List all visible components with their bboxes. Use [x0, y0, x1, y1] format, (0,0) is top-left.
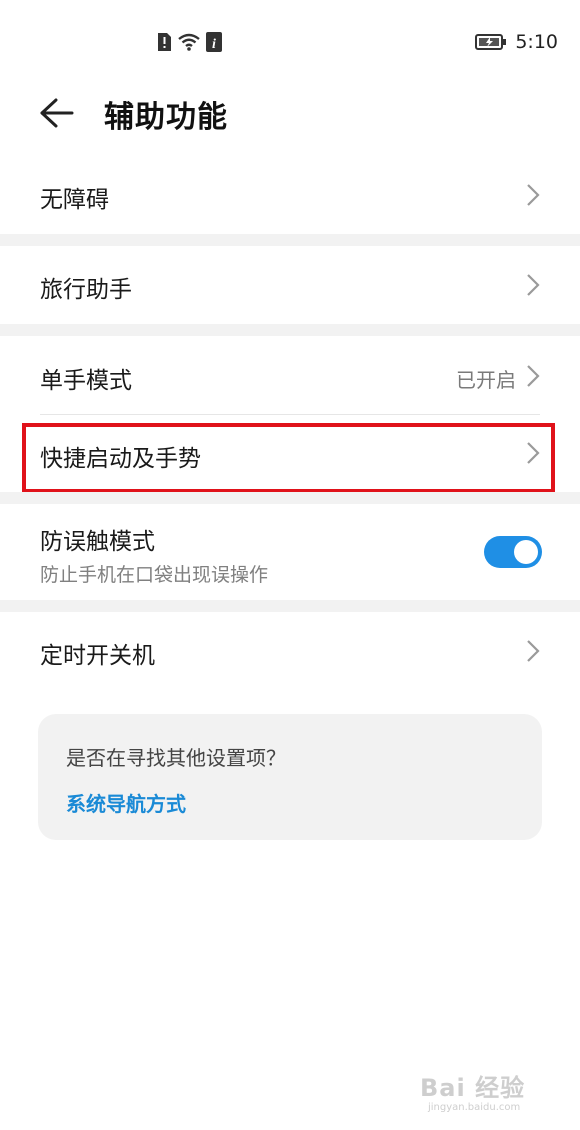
- section-gap: [0, 600, 580, 612]
- chevron-right-icon: [527, 640, 540, 662]
- system-navigation-link[interactable]: 系统导航方式: [66, 788, 186, 817]
- suggestion-card: 是否在寻找其他设置项？ 系统导航方式: [38, 714, 542, 840]
- info-icon: i: [206, 32, 222, 52]
- row-pocket-mode[interactable]: 防误触模式 防止手机在口袋出现误操作: [0, 504, 580, 600]
- row-scheduled-power-label: 定时开关机: [40, 643, 155, 669]
- status-icons-left: i: [156, 32, 222, 52]
- section-gap: [0, 324, 580, 336]
- row-travel-assistant[interactable]: 旅行助手: [0, 246, 580, 324]
- sim-alert-icon: [158, 33, 171, 51]
- row-accessibility-label: 无障碍: [40, 187, 109, 213]
- svg-text:i: i: [212, 37, 216, 52]
- row-travel-assistant-label: 旅行助手: [40, 277, 132, 303]
- chevron-right-icon: [527, 274, 540, 296]
- battery-charging-icon: [475, 34, 507, 50]
- toggle-knob: [514, 540, 538, 564]
- status-time: 5:10: [515, 31, 558, 53]
- app-header: 辅助功能: [0, 86, 580, 142]
- status-icons-right: 5:10: [475, 31, 558, 53]
- section-gap: [0, 492, 580, 504]
- row-accessibility[interactable]: 无障碍: [0, 156, 580, 234]
- suggestion-question: 是否在寻找其他设置项？: [66, 746, 286, 770]
- row-one-hand-mode[interactable]: 单手模式 已开启: [0, 336, 580, 414]
- row-one-hand-mode-label: 单手模式: [40, 368, 132, 394]
- row-one-hand-mode-value: 已开启: [456, 368, 516, 392]
- baidu-jingyan-watermark: Bai 经验 jingyan.baidu.com: [420, 1068, 550, 1118]
- chevron-right-icon: [527, 184, 540, 206]
- wifi-icon: [178, 33, 200, 51]
- page-title: 辅助功能: [104, 100, 228, 135]
- row-pocket-mode-label: 防误触模式: [40, 529, 155, 555]
- status-bar: i 5:10: [0, 0, 580, 86]
- watermark-logo-text: Bai 经验: [420, 1074, 526, 1102]
- highlight-annotation-box: [22, 423, 555, 493]
- watermark-url: jingyan.baidu.com: [428, 1102, 521, 1113]
- chevron-right-icon: [527, 365, 540, 387]
- back-arrow-icon[interactable]: [38, 96, 74, 130]
- row-pocket-mode-subtitle: 防止手机在口袋出现误操作: [40, 564, 269, 586]
- row-scheduled-power[interactable]: 定时开关机: [0, 612, 580, 690]
- section-gap: [0, 234, 580, 246]
- pocket-mode-toggle[interactable]: [484, 536, 542, 568]
